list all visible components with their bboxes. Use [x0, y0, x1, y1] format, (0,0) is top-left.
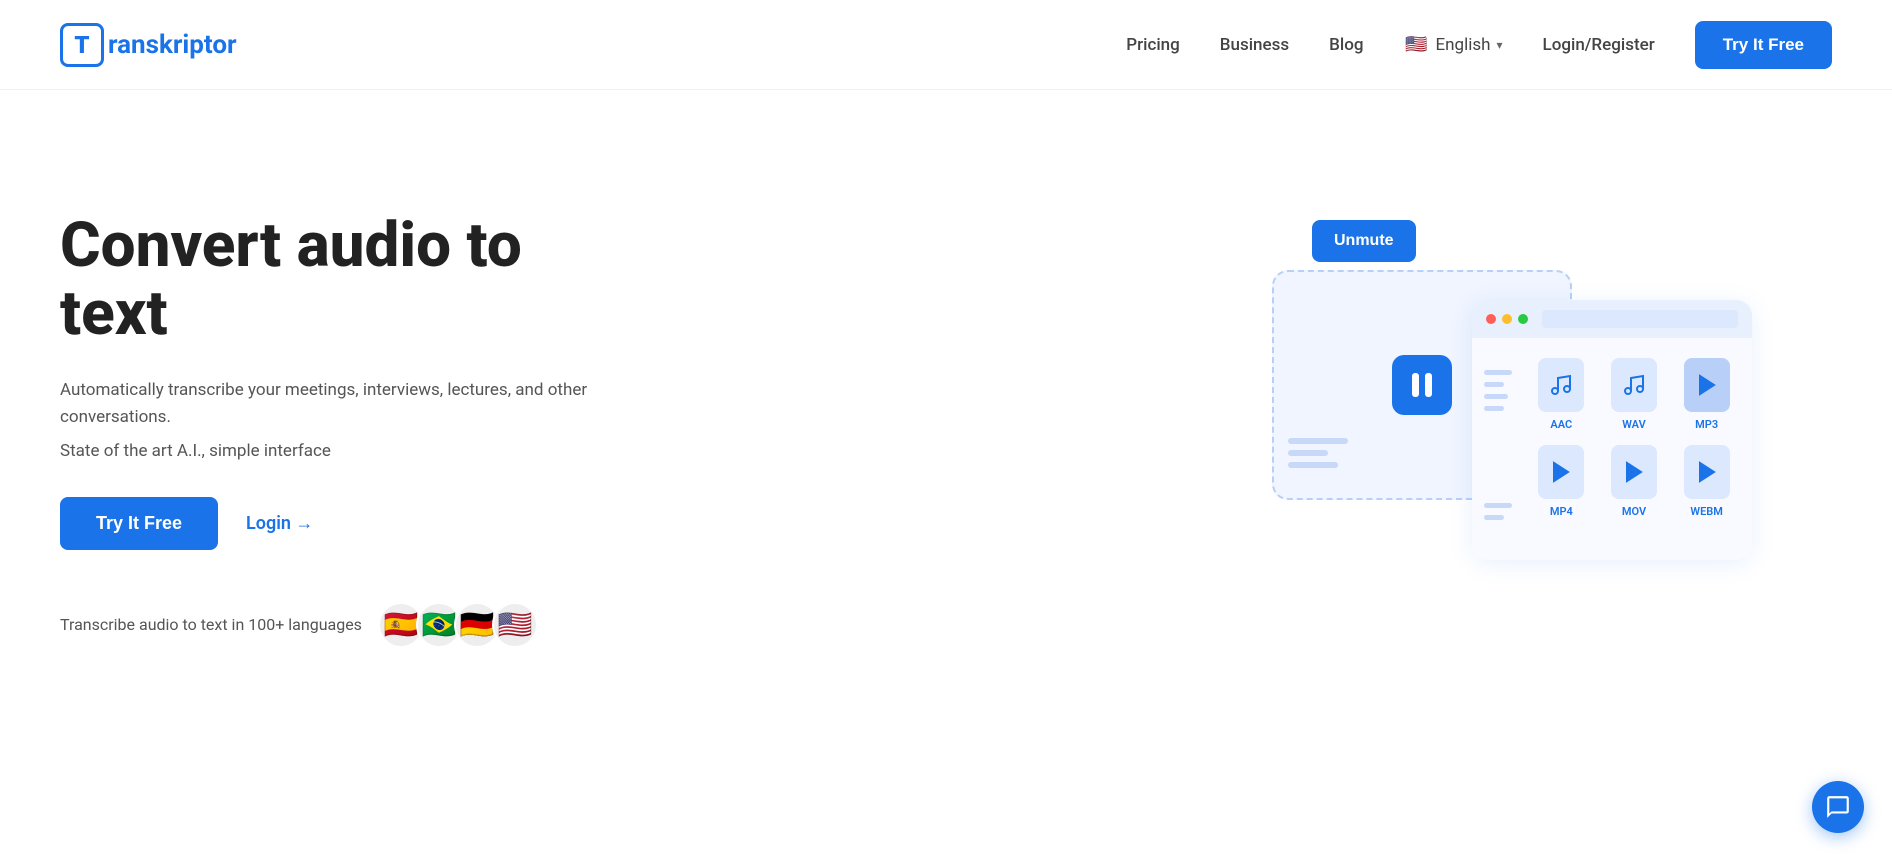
nav-pricing[interactable]: Pricing: [1126, 35, 1180, 55]
hero-illustration: Unmute: [1272, 220, 1832, 640]
file-item-aac: AAC: [1532, 358, 1591, 431]
text-line: [1484, 370, 1512, 375]
languages-text: Transcribe audio to text in 100+ languag…: [60, 615, 362, 634]
language-selector[interactable]: 🇺🇸 English ▾: [1403, 32, 1502, 58]
chat-icon: [1825, 794, 1851, 820]
hero-description: Automatically transcribe your meetings, …: [60, 377, 640, 431]
mp3-label: MP3: [1695, 418, 1718, 431]
mp4-icon: [1538, 445, 1584, 499]
files-grid: AAC WAV: [1516, 338, 1752, 538]
text-line: [1484, 515, 1504, 520]
hero-state-line: State of the art A.I., simple interface: [60, 441, 640, 461]
logo[interactable]: T ranskriptor: [60, 23, 237, 67]
mov-icon: [1611, 445, 1657, 499]
login-register-link[interactable]: Login/Register: [1543, 35, 1655, 55]
try-it-free-button[interactable]: Try It Free: [60, 497, 218, 550]
wav-icon: [1611, 358, 1657, 412]
files-card-header: [1472, 300, 1752, 338]
file-item-wav: WAV: [1605, 358, 1664, 431]
line-2: [1288, 450, 1328, 456]
text-line: [1484, 394, 1508, 399]
search-bar-decoration: [1542, 310, 1738, 328]
mp3-icon: [1684, 358, 1730, 412]
flag-icon: 🇺🇸: [1403, 32, 1429, 58]
webm-icon: [1684, 445, 1730, 499]
header: T ranskriptor Pricing Business Blog 🇺🇸 E…: [0, 0, 1892, 90]
header-cta-button[interactable]: Try It Free: [1695, 21, 1832, 69]
text-lines-left: [1484, 370, 1512, 411]
file-item-mov: MOV: [1605, 445, 1664, 518]
pause-button[interactable]: [1392, 355, 1452, 415]
file-item-mp3: MP3: [1677, 358, 1736, 431]
pause-bar-right: [1425, 373, 1432, 397]
language-label: English: [1435, 35, 1490, 55]
hero-title: Convert audio to text: [60, 212, 640, 348]
login-link[interactable]: Login →: [246, 513, 313, 534]
webm-label: WEBM: [1690, 505, 1722, 518]
aac-icon: [1538, 358, 1584, 412]
hero-buttons: Try It Free Login →: [60, 497, 640, 550]
line-3: [1288, 462, 1338, 468]
flag-group: 🇪🇸 🇧🇷 🇩🇪 🇺🇸: [378, 602, 538, 648]
dot-red: [1486, 314, 1496, 324]
nav-blog[interactable]: Blog: [1329, 35, 1363, 55]
mov-label: MOV: [1622, 505, 1646, 518]
flag-american: 🇺🇸: [492, 602, 538, 648]
mp4-label: MP4: [1550, 505, 1573, 518]
nav-business[interactable]: Business: [1220, 35, 1289, 55]
hero-section: Convert audio to text Automatically tran…: [0, 90, 1892, 770]
dot-green: [1518, 314, 1528, 324]
hero-content: Convert audio to text Automatically tran…: [60, 212, 640, 648]
line-1: [1288, 438, 1348, 444]
languages-row: Transcribe audio to text in 100+ languag…: [60, 602, 640, 648]
chevron-down-icon: ▾: [1497, 38, 1503, 52]
wav-label: WAV: [1622, 418, 1645, 431]
pause-bar-left: [1412, 373, 1419, 397]
text-line: [1484, 503, 1512, 508]
text-line: [1484, 406, 1504, 411]
waveform-lines: [1288, 438, 1348, 468]
logo-icon: T: [60, 23, 104, 67]
unmute-button[interactable]: Unmute: [1312, 220, 1416, 262]
dot-yellow: [1502, 314, 1512, 324]
files-card: AAC WAV: [1472, 300, 1752, 560]
file-item-webm: WEBM: [1677, 445, 1736, 518]
text-line: [1484, 382, 1504, 387]
text-lines-left-bottom: [1484, 503, 1512, 520]
file-item-mp4: MP4: [1532, 445, 1591, 518]
navigation: Pricing Business Blog 🇺🇸 English ▾ Login…: [1126, 21, 1832, 69]
chat-bubble[interactable]: [1812, 781, 1864, 833]
aac-label: AAC: [1550, 418, 1572, 431]
logo-text: ranskriptor: [108, 30, 237, 60]
